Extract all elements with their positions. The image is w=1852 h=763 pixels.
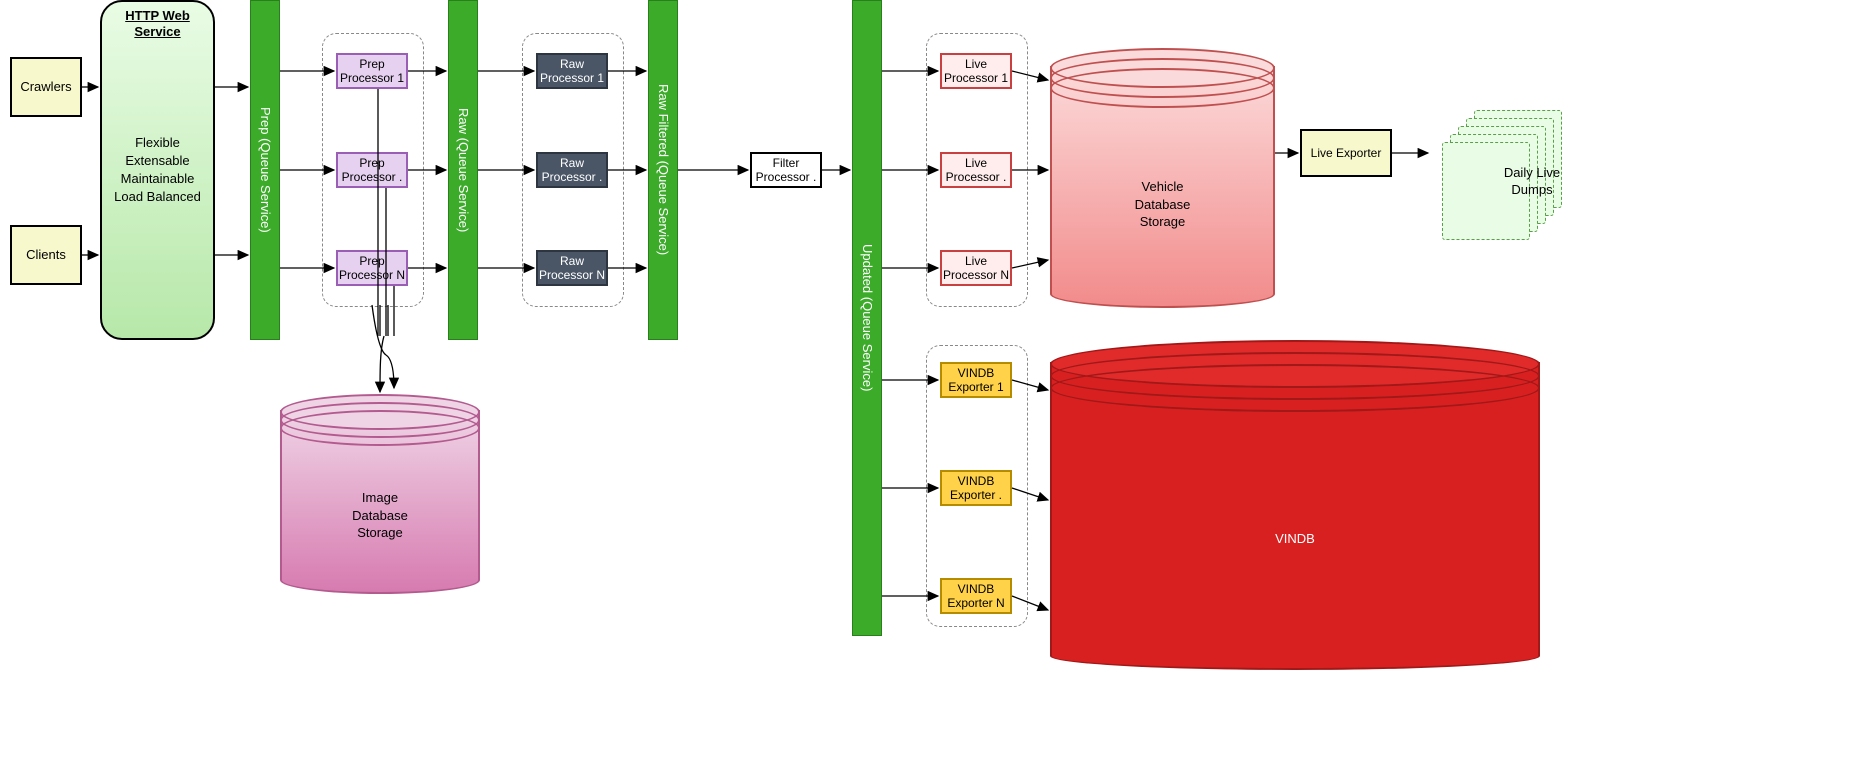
crawlers-label: Crawlers xyxy=(20,79,71,95)
queue-updated: Updated (Queue Service) xyxy=(852,0,882,636)
vindb-cylinder: VINDB xyxy=(1050,340,1540,670)
webservice-body: Flexible Extensable Maintainable Load Ba… xyxy=(114,134,201,207)
clients-box: Clients xyxy=(10,225,82,285)
crawlers-box: Crawlers xyxy=(10,57,82,117)
image-db-label: Image Database Storage xyxy=(280,489,480,542)
live-exporter: Live Exporter xyxy=(1300,129,1392,177)
daily-dumps-label: Daily Live Dumps xyxy=(1472,165,1592,199)
raw-processor-dot: Raw Processor . xyxy=(536,152,608,188)
live-processor-1: Live Processor 1 xyxy=(940,53,1012,89)
live-processor-n: Live Processor N xyxy=(940,250,1012,286)
vehicle-db-label: Vehicle Database Storage xyxy=(1050,178,1275,231)
queue-raw: Raw (Queue Service) xyxy=(448,0,478,340)
prep-processor-dot: Prep Processor . xyxy=(336,152,408,188)
vindb-exporter-n: VINDB Exporter N xyxy=(940,578,1012,614)
http-web-service: HTTP Web Service Flexible Extensable Mai… xyxy=(100,0,215,340)
clients-label: Clients xyxy=(26,247,66,263)
webservice-line-0: Flexible xyxy=(114,134,201,152)
queue-raw-filtered: Raw Filtered (Queue Service) xyxy=(648,0,678,340)
daily-dumps: Daily Live Dumps xyxy=(1430,110,1580,240)
raw-processor-n: Raw Processor N xyxy=(536,250,608,286)
queue-updated-label: Updated (Queue Service) xyxy=(859,244,875,391)
queue-raw-label: Raw (Queue Service) xyxy=(455,108,471,232)
webservice-line-1: Extensable xyxy=(114,152,201,170)
queue-prep-label: Prep (Queue Service) xyxy=(257,107,273,233)
live-processor-dot: Live Processor . xyxy=(940,152,1012,188)
vindb-exporter-1: VINDB Exporter 1 xyxy=(940,362,1012,398)
webservice-line-3: Load Balanced xyxy=(114,188,201,206)
vindb-label: VINDB xyxy=(1050,530,1540,548)
webservice-title: HTTP Web Service xyxy=(102,8,213,41)
prep-processor-n: Prep Processor N xyxy=(336,250,408,286)
vehicle-db-cylinder: Vehicle Database Storage xyxy=(1050,48,1275,308)
prep-processor-1: Prep Processor 1 xyxy=(336,53,408,89)
queue-prep: Prep (Queue Service) xyxy=(250,0,280,340)
raw-processor-1: Raw Processor 1 xyxy=(536,53,608,89)
filter-processor: Filter Processor . xyxy=(750,152,822,188)
vindb-exporter-dot: VINDB Exporter . xyxy=(940,470,1012,506)
image-db-cylinder: Image Database Storage xyxy=(280,394,480,594)
queue-raw-filtered-label: Raw Filtered (Queue Service) xyxy=(655,84,671,255)
webservice-line-2: Maintainable xyxy=(114,170,201,188)
